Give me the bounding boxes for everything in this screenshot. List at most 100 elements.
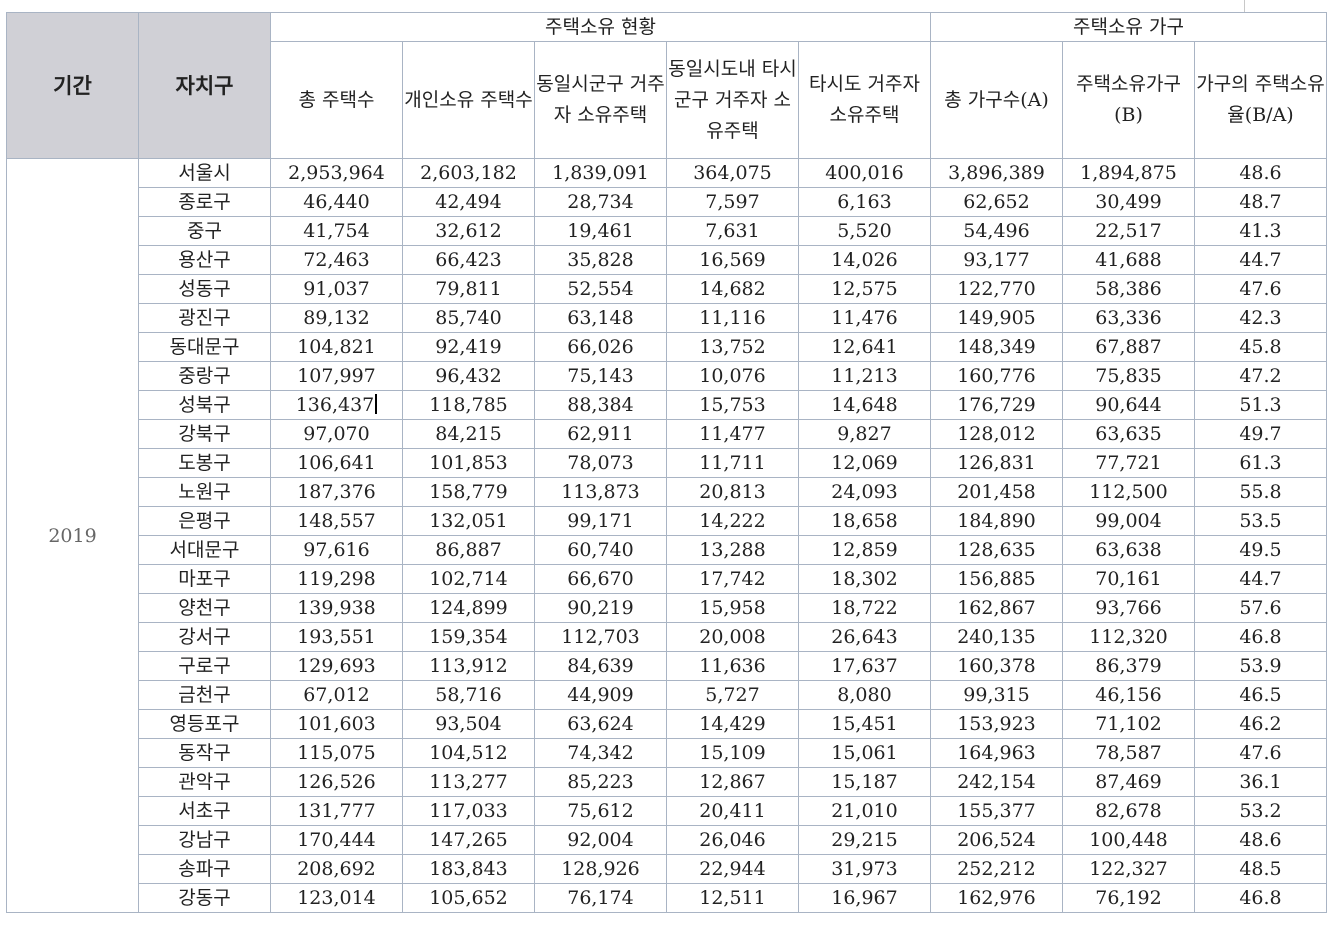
- cell-total-households[interactable]: 160,776: [930, 361, 1063, 391]
- cell-same-district-owner[interactable]: 85,223: [534, 767, 667, 797]
- cell-ownership-rate[interactable]: 42.3: [1194, 303, 1327, 333]
- header-col-other-province-owner[interactable]: 타시도 거주자 소유주택: [798, 41, 931, 159]
- cell-district[interactable]: 구로구: [138, 651, 271, 681]
- cell-district[interactable]: 동대문구: [138, 332, 271, 362]
- cell-ownership-rate[interactable]: 49.7: [1194, 419, 1327, 449]
- cell-total-houses[interactable]: 106,641: [270, 448, 403, 478]
- cell-owner-households[interactable]: 30,499: [1062, 187, 1195, 217]
- cell-district[interactable]: 도봉구: [138, 448, 271, 478]
- cell-same-city-other-district-owner[interactable]: 17,742: [666, 564, 799, 594]
- cell-total-households[interactable]: 160,378: [930, 651, 1063, 681]
- cell-same-city-other-district-owner[interactable]: 7,597: [666, 187, 799, 217]
- cell-owner-households[interactable]: 122,327: [1062, 854, 1195, 884]
- cell-district[interactable]: 광진구: [138, 303, 271, 333]
- cell-total-houses[interactable]: 123,014: [270, 883, 403, 913]
- cell-owner-households[interactable]: 46,156: [1062, 680, 1195, 710]
- cell-total-households[interactable]: 62,652: [930, 187, 1063, 217]
- cell-same-district-owner[interactable]: 99,171: [534, 506, 667, 536]
- cell-individual-houses[interactable]: 132,051: [402, 506, 535, 536]
- cell-owner-households[interactable]: 93,766: [1062, 593, 1195, 623]
- cell-other-province-owner[interactable]: 26,643: [798, 622, 931, 652]
- cell-same-district-owner[interactable]: 76,174: [534, 883, 667, 913]
- cell-district[interactable]: 중구: [138, 216, 271, 246]
- cell-district[interactable]: 강동구: [138, 883, 271, 913]
- cell-same-city-other-district-owner[interactable]: 15,958: [666, 593, 799, 623]
- cell-individual-houses[interactable]: 96,432: [402, 361, 535, 391]
- cell-same-city-other-district-owner[interactable]: 10,076: [666, 361, 799, 391]
- cell-total-households[interactable]: 164,963: [930, 738, 1063, 768]
- cell-same-city-other-district-owner[interactable]: 12,867: [666, 767, 799, 797]
- header-col-total-houses[interactable]: 총 주택수: [270, 41, 403, 159]
- cell-district[interactable]: 관악구: [138, 767, 271, 797]
- cell-district[interactable]: 송파구: [138, 854, 271, 884]
- cell-total-households[interactable]: 155,377: [930, 796, 1063, 826]
- cell-district[interactable]: 영등포구: [138, 709, 271, 739]
- cell-same-city-other-district-owner[interactable]: 15,109: [666, 738, 799, 768]
- cell-total-houses[interactable]: 126,526: [270, 767, 403, 797]
- cell-same-city-other-district-owner[interactable]: 14,222: [666, 506, 799, 536]
- cell-ownership-rate[interactable]: 46.8: [1194, 622, 1327, 652]
- cell-district[interactable]: 종로구: [138, 187, 271, 217]
- cell-ownership-rate[interactable]: 61.3: [1194, 448, 1327, 478]
- cell-other-province-owner[interactable]: 15,451: [798, 709, 931, 739]
- cell-individual-houses[interactable]: 84,215: [402, 419, 535, 449]
- cell-total-houses[interactable]: 129,693: [270, 651, 403, 681]
- cell-same-city-other-district-owner[interactable]: 364,075: [666, 158, 799, 188]
- cell-same-city-other-district-owner[interactable]: 20,008: [666, 622, 799, 652]
- cell-same-city-other-district-owner[interactable]: 15,753: [666, 390, 799, 420]
- cell-total-households[interactable]: 240,135: [930, 622, 1063, 652]
- cell-district[interactable]: 마포구: [138, 564, 271, 594]
- cell-other-province-owner[interactable]: 31,973: [798, 854, 931, 884]
- cell-other-province-owner[interactable]: 12,859: [798, 535, 931, 565]
- cell-individual-houses[interactable]: 86,887: [402, 535, 535, 565]
- cell-district[interactable]: 양천구: [138, 593, 271, 623]
- cell-owner-households[interactable]: 75,835: [1062, 361, 1195, 391]
- cell-other-province-owner[interactable]: 16,967: [798, 883, 931, 913]
- cell-total-houses[interactable]: 101,603: [270, 709, 403, 739]
- cell-district[interactable]: 서대문구: [138, 535, 271, 565]
- cell-same-district-owner[interactable]: 88,384: [534, 390, 667, 420]
- cell-owner-households[interactable]: 63,638: [1062, 535, 1195, 565]
- cell-other-province-owner[interactable]: 11,213: [798, 361, 931, 391]
- cell-other-province-owner[interactable]: 18,722: [798, 593, 931, 623]
- cell-other-province-owner[interactable]: 15,187: [798, 767, 931, 797]
- cell-ownership-rate[interactable]: 51.3: [1194, 390, 1327, 420]
- cell-same-district-owner[interactable]: 112,703: [534, 622, 667, 652]
- cell-district[interactable]: 서초구: [138, 796, 271, 826]
- cell-same-district-owner[interactable]: 90,219: [534, 593, 667, 623]
- cell-ownership-rate[interactable]: 53.9: [1194, 651, 1327, 681]
- cell-individual-houses[interactable]: 105,652: [402, 883, 535, 913]
- cell-district[interactable]: 중랑구: [138, 361, 271, 391]
- cell-total-households[interactable]: 128,012: [930, 419, 1063, 449]
- cell-district[interactable]: 은평구: [138, 506, 271, 536]
- cell-same-city-other-district-owner[interactable]: 14,429: [666, 709, 799, 739]
- cell-same-district-owner[interactable]: 113,873: [534, 477, 667, 507]
- cell-total-households[interactable]: 149,905: [930, 303, 1063, 333]
- cell-ownership-rate[interactable]: 47.2: [1194, 361, 1327, 391]
- cell-same-city-other-district-owner[interactable]: 11,636: [666, 651, 799, 681]
- cell-individual-houses[interactable]: 2,603,182: [402, 158, 535, 188]
- cell-same-city-other-district-owner[interactable]: 16,569: [666, 245, 799, 275]
- cell-other-province-owner[interactable]: 21,010: [798, 796, 931, 826]
- cell-other-province-owner[interactable]: 400,016: [798, 158, 931, 188]
- cell-ownership-rate[interactable]: 48.6: [1194, 158, 1327, 188]
- cell-total-households[interactable]: 148,349: [930, 332, 1063, 362]
- cell-total-houses[interactable]: 72,463: [270, 245, 403, 275]
- cell-other-province-owner[interactable]: 12,069: [798, 448, 931, 478]
- cell-total-households[interactable]: 242,154: [930, 767, 1063, 797]
- period-cell[interactable]: 2019: [6, 158, 139, 913]
- cell-total-houses[interactable]: 46,440: [270, 187, 403, 217]
- cell-total-households[interactable]: 162,867: [930, 593, 1063, 623]
- cell-owner-households[interactable]: 90,644: [1062, 390, 1195, 420]
- cell-total-houses[interactable]: 115,075: [270, 738, 403, 768]
- cell-ownership-rate[interactable]: 46.5: [1194, 680, 1327, 710]
- cell-same-city-other-district-owner[interactable]: 12,511: [666, 883, 799, 913]
- cell-ownership-rate[interactable]: 44.7: [1194, 245, 1327, 275]
- cell-same-district-owner[interactable]: 60,740: [534, 535, 667, 565]
- cell-same-district-owner[interactable]: 66,670: [534, 564, 667, 594]
- cell-same-city-other-district-owner[interactable]: 20,813: [666, 477, 799, 507]
- cell-other-province-owner[interactable]: 11,476: [798, 303, 931, 333]
- cell-same-district-owner[interactable]: 66,026: [534, 332, 667, 362]
- cell-ownership-rate[interactable]: 47.6: [1194, 738, 1327, 768]
- cell-individual-houses[interactable]: 113,277: [402, 767, 535, 797]
